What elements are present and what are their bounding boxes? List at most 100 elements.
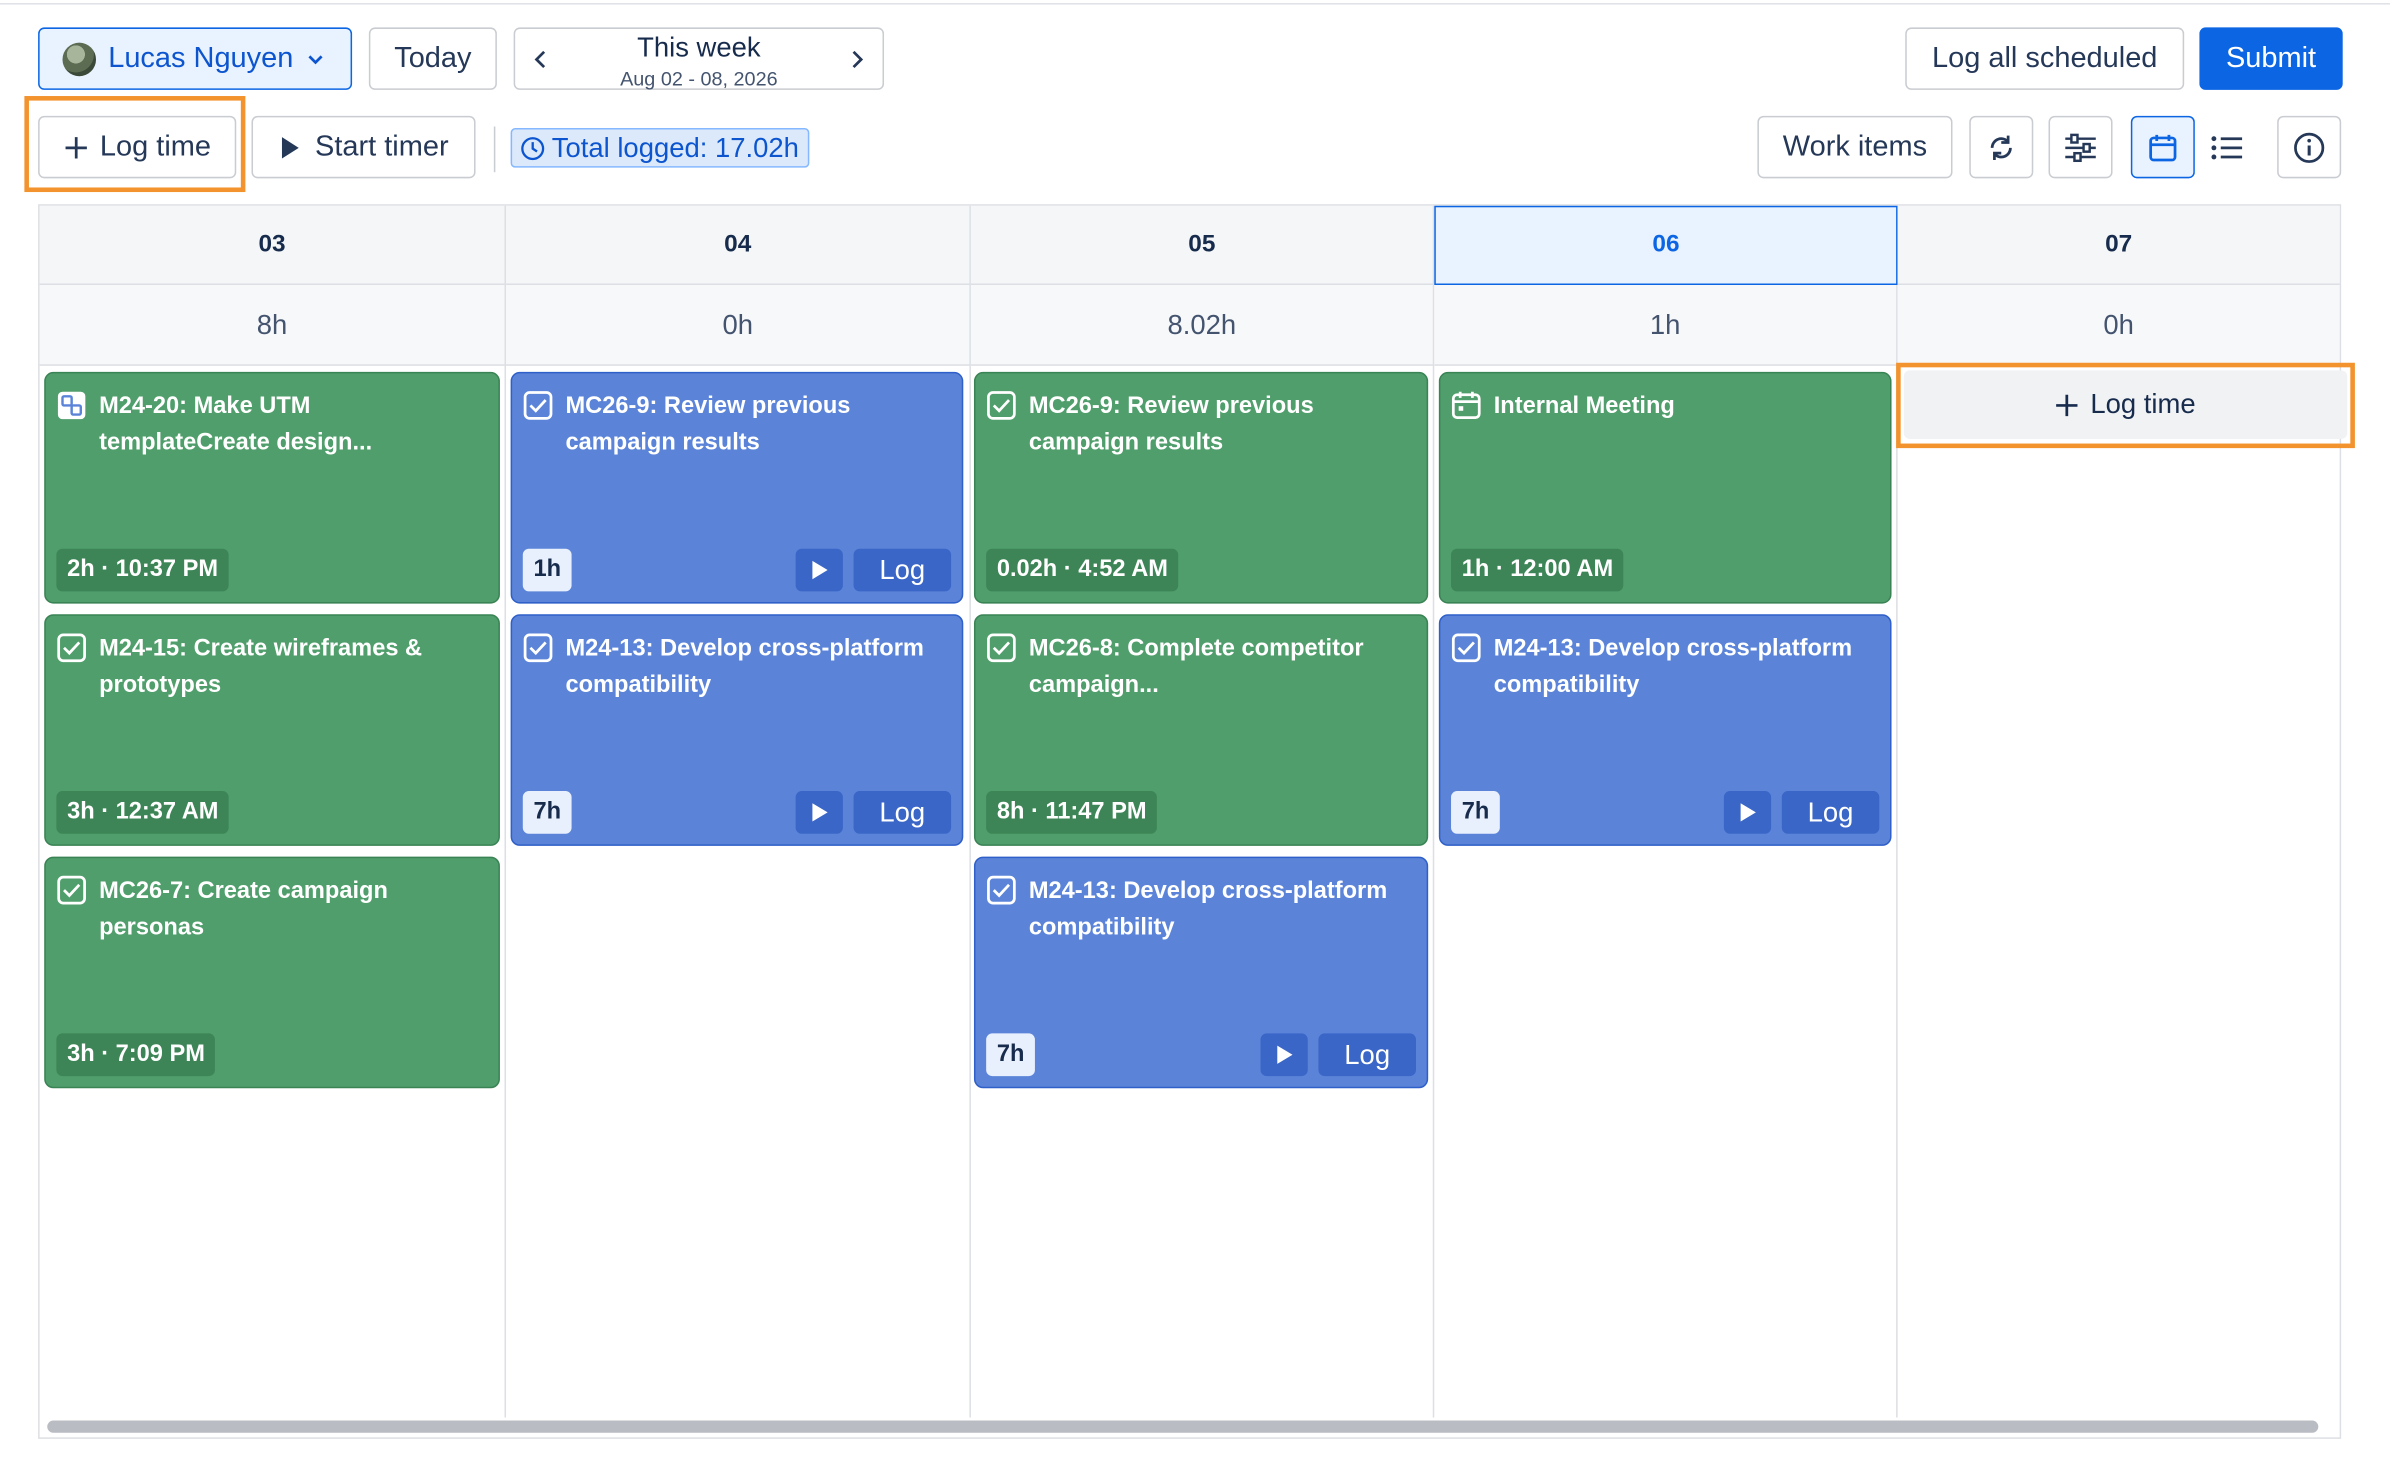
play-icon bbox=[811, 803, 827, 822]
time-entry-card[interactable]: M24-20: Make UTM templateCreate design..… bbox=[44, 371, 500, 604]
scheduled-entry-card[interactable]: M24-13: Develop cross-platform compatibi… bbox=[1438, 614, 1892, 846]
entry-title: M24-13: Develop cross-platform compatibi… bbox=[1493, 635, 1853, 699]
log-entry-button[interactable]: Log bbox=[853, 548, 952, 592]
checkbox-icon bbox=[57, 633, 86, 663]
column-divider bbox=[969, 365, 971, 1418]
column-divider bbox=[504, 365, 507, 1418]
day-header: 04 bbox=[506, 205, 971, 286]
entry-title: MC26-7: Create campaign personas bbox=[99, 877, 388, 941]
start-timer-entry-button[interactable] bbox=[1723, 791, 1772, 834]
log-all-scheduled-button[interactable]: Log all scheduled bbox=[1905, 27, 2185, 90]
checkbox-icon bbox=[987, 633, 1016, 663]
entry-title: M24-20: Make UTM templateCreate design..… bbox=[99, 393, 373, 456]
entry-duration-badge: 3h · 7:09 PM bbox=[56, 1033, 216, 1077]
week-range: Aug 02 - 08, 2026 bbox=[620, 67, 778, 90]
day-header: 03 bbox=[39, 205, 507, 286]
subtask-icon bbox=[57, 391, 86, 420]
entry-title: M24-13: Develop cross-platform compatibi… bbox=[565, 635, 924, 699]
user-name: Lucas Nguyen bbox=[108, 41, 294, 74]
log-entry-button[interactable]: Log bbox=[1781, 791, 1880, 834]
checkbox-icon bbox=[523, 391, 553, 420]
day-total: 0h bbox=[1897, 285, 2340, 366]
entry-duration-badge: 8h · 11:47 PM bbox=[986, 791, 1158, 834]
refresh-icon bbox=[1990, 134, 2012, 160]
start-timer-entry-button[interactable] bbox=[795, 791, 843, 834]
start-timer-entry-button[interactable] bbox=[1260, 1033, 1308, 1077]
column-divider bbox=[1432, 365, 1435, 1418]
work-items-button[interactable]: Work items bbox=[1757, 115, 1953, 179]
timesheet-app: Lucas Nguyen Today This week Aug 02 - 08… bbox=[0, 0, 2390, 1460]
scheduled-entry-card[interactable]: MC26-9: Review previous campaign results… bbox=[510, 371, 964, 604]
list-view-button[interactable] bbox=[2194, 115, 2259, 179]
refresh-button[interactable] bbox=[1969, 115, 2034, 179]
horizontal-scrollbar[interactable] bbox=[47, 1420, 2319, 1433]
entry-title: M24-15: Create wireframes & prototypes bbox=[99, 635, 423, 699]
top-divider bbox=[0, 3, 2390, 5]
day-header: 07 bbox=[1897, 205, 2340, 286]
calendar-icon bbox=[2149, 134, 2177, 161]
checkbox-icon bbox=[1451, 633, 1481, 663]
info-button[interactable] bbox=[2277, 115, 2342, 179]
calendar-view-button[interactable] bbox=[2130, 115, 2195, 179]
start-timer-button[interactable]: Start timer bbox=[251, 115, 476, 179]
entry-title: MC26-9: Review previous campaign results bbox=[565, 393, 851, 456]
time-entry-card[interactable]: Internal Meeting 1h · 12:00 AM bbox=[1438, 371, 1892, 604]
avatar bbox=[62, 41, 97, 76]
play-icon bbox=[281, 136, 299, 158]
day-total: 8h bbox=[39, 285, 507, 366]
calendar-icon bbox=[1451, 391, 1481, 420]
entry-title: M24-13: Develop cross-platform compatibi… bbox=[1028, 877, 1388, 941]
week-navigator: This week Aug 02 - 08, 2026 bbox=[513, 27, 885, 90]
info-icon bbox=[2294, 131, 2325, 163]
entry-duration-badge: 1h · 12:00 AM bbox=[1451, 548, 1624, 592]
day-total: 8.02h bbox=[970, 285, 1435, 366]
toolbar-divider bbox=[493, 126, 496, 173]
checkbox-icon bbox=[57, 875, 86, 905]
entry-duration-badge: 1h bbox=[522, 548, 572, 592]
column-divider bbox=[1896, 365, 1898, 1418]
entry-duration-badge: 7h bbox=[986, 1033, 1036, 1077]
entry-duration-badge: 2h · 10:37 PM bbox=[56, 548, 229, 592]
entry-title: Internal Meeting bbox=[1493, 393, 1675, 420]
total-logged-text: Total logged: 17.02h bbox=[551, 131, 799, 163]
entry-duration-badge: 7h bbox=[522, 791, 572, 834]
submit-button[interactable]: Submit bbox=[2199, 27, 2343, 90]
entry-duration-badge: 0.02h · 4:52 AM bbox=[986, 548, 1179, 592]
today-button[interactable]: Today bbox=[368, 27, 497, 90]
clock-icon bbox=[521, 136, 545, 160]
entry-title: MC26-8: Complete competitor campaign... bbox=[1028, 635, 1364, 699]
highlight-box bbox=[24, 96, 246, 193]
chevron-down-icon bbox=[309, 54, 324, 64]
total-logged-badge: Total logged: 17.02h bbox=[510, 128, 810, 168]
scheduled-entry-card[interactable]: M24-13: Develop cross-platform compatibi… bbox=[510, 614, 964, 846]
highlight-box bbox=[1896, 362, 2355, 449]
checkbox-icon bbox=[523, 633, 553, 663]
log-entry-button[interactable]: Log bbox=[1318, 1033, 1416, 1077]
entry-duration-badge: 3h · 12:37 AM bbox=[56, 791, 230, 834]
entry-title: MC26-9: Review previous campaign results bbox=[1028, 393, 1314, 456]
chevron-right-icon[interactable] bbox=[846, 47, 867, 71]
day-header-today: 06 bbox=[1434, 205, 1898, 286]
entry-duration-badge: 7h bbox=[1451, 791, 1500, 834]
week-title: This week bbox=[637, 32, 761, 63]
start-timer-label: Start timer bbox=[315, 130, 449, 163]
sliders-icon bbox=[2065, 132, 2096, 162]
user-selector[interactable]: Lucas Nguyen bbox=[38, 27, 353, 90]
filter-button[interactable] bbox=[2048, 115, 2113, 179]
start-timer-entry-button[interactable] bbox=[795, 548, 843, 592]
play-icon bbox=[1739, 803, 1756, 822]
time-entry-card[interactable]: MC26-8: Complete competitor campaign... … bbox=[973, 614, 1429, 846]
day-total: 0h bbox=[506, 285, 971, 366]
time-entry-card[interactable]: MC26-9: Review previous campaign results… bbox=[973, 371, 1429, 604]
play-icon bbox=[811, 560, 827, 580]
scheduled-entry-card[interactable]: M24-13: Develop cross-platform compatibi… bbox=[973, 856, 1429, 1089]
time-entry-card[interactable]: M24-15: Create wireframes & prototypes 3… bbox=[44, 614, 500, 846]
checkbox-icon bbox=[987, 391, 1016, 420]
day-total: 1h bbox=[1434, 285, 1898, 366]
time-entry-card[interactable]: MC26-7: Create campaign personas 3h · 7:… bbox=[44, 856, 500, 1089]
day-header: 05 bbox=[970, 205, 1435, 286]
checkbox-icon bbox=[987, 875, 1016, 905]
list-icon bbox=[2211, 135, 2243, 159]
log-entry-button[interactable]: Log bbox=[853, 791, 952, 834]
play-icon bbox=[1276, 1045, 1292, 1064]
